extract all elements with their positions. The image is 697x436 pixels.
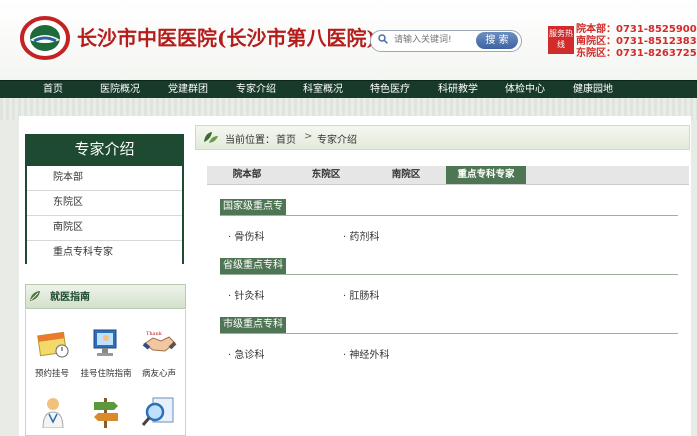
nav-item-checkup[interactable]: 体检中心 [497, 81, 553, 99]
breadcrumb-home[interactable]: 首页 [276, 131, 296, 146]
sidebar-item-key-experts[interactable]: 重点专科专家 [27, 241, 182, 265]
hotline-main: 院本部：0731-85259000 [576, 24, 697, 35]
nav-item-research[interactable]: 科研教学 [430, 81, 486, 99]
dept-link[interactable]: 骨伤科 [234, 232, 264, 243]
list-item[interactable]: · 针灸科 [228, 287, 264, 302]
divider [220, 333, 678, 334]
guide-label-appointment[interactable]: 预约挂号 [24, 367, 80, 379]
calendar-icon[interactable] [35, 326, 71, 360]
sidebar-title: 专家介绍 [74, 140, 135, 158]
dept-link[interactable]: 急诊科 [234, 350, 264, 361]
hotline-south: 南院区：0731-85123831 [576, 36, 697, 47]
list-item[interactable]: · 急诊科 [228, 346, 264, 361]
guide-title: 就医指南 [25, 284, 186, 309]
sidebar-item-east[interactable]: 东院区 [27, 191, 182, 216]
magnifier-icon[interactable] [141, 394, 177, 428]
breadcrumb-prefix: 当前位置： [225, 135, 275, 146]
nav-item-party[interactable]: 党建群团 [160, 81, 216, 99]
site-title[interactable]: 长沙市中医医院(长沙市第八医院) [77, 22, 376, 51]
leaf-icon [30, 291, 40, 301]
dept-link[interactable]: 针灸科 [234, 291, 264, 302]
sidebar-list: 院本部 东院区 南院区 重点专科专家 [27, 166, 182, 265]
list-item[interactable]: · 肛肠科 [343, 287, 379, 302]
search-input[interactable] [394, 32, 476, 48]
tab-key-specialty[interactable]: 重点专科专家 [446, 166, 526, 184]
divider [220, 274, 678, 275]
sidebar-item-south[interactable]: 南院区 [27, 216, 182, 241]
dept-link[interactable]: 神经外科 [349, 350, 389, 361]
nav-item-home[interactable]: 首页 [28, 81, 78, 99]
divider [220, 215, 678, 216]
section-national: 国家级重点专 [220, 199, 286, 215]
hotline-badge: 服务热线 [548, 26, 574, 54]
tab-east-campus[interactable]: 东院区 [286, 166, 366, 184]
breadcrumb-separator: > [304, 131, 313, 142]
nav-item-departments[interactable]: 科室概况 [295, 81, 351, 99]
section-municipal: 市级重点专科 [220, 317, 286, 333]
guide-label-patient-voice[interactable]: 病友心声 [131, 367, 187, 379]
main-nav: 首页 医院概况 党建群团 专家介绍 科室概况 特色医疗 科研教学 体检中心 健康… [0, 80, 697, 99]
monitor-icon[interactable] [88, 326, 124, 360]
handshake-icon[interactable]: Thank [141, 326, 177, 360]
list-item[interactable]: · 神经外科 [343, 346, 389, 361]
list-item[interactable]: · 药剂科 [343, 228, 379, 243]
nav-item-experts[interactable]: 专家介绍 [228, 81, 284, 99]
sidebar-item-main[interactable]: 院本部 [27, 166, 182, 191]
nav-item-overview[interactable]: 医院概况 [92, 81, 148, 99]
leaf-icon [204, 132, 218, 143]
svg-text:Thank: Thank [146, 331, 163, 337]
nav-item-specialty[interactable]: 特色医疗 [362, 81, 418, 99]
guide-label-registration-guide[interactable]: 挂号住院指南 [78, 367, 134, 379]
search-button[interactable]: 搜 索 [476, 32, 518, 49]
section-provincial: 省级重点专科 [220, 258, 286, 274]
tab-south-campus[interactable]: 南院区 [366, 166, 446, 184]
breadcrumb-current: 专家介绍 [317, 135, 357, 146]
nav-item-health[interactable]: 健康园地 [565, 81, 621, 99]
hospital-logo-icon[interactable] [20, 16, 70, 60]
hotline-numbers: 院本部：0731-85259000 南院区：0731-85123831 东院区：… [576, 24, 697, 60]
tab-main-campus[interactable]: 院本部 [207, 166, 287, 184]
dept-link[interactable]: 药剂科 [349, 232, 379, 243]
dept-link[interactable]: 肛肠科 [349, 291, 379, 302]
search-icon [378, 34, 388, 44]
hotline-east: 东院区：0731-82637257 [576, 48, 697, 59]
doctor-icon[interactable] [35, 394, 71, 428]
signpost-icon[interactable] [88, 394, 124, 428]
list-item[interactable]: · 骨伤科 [228, 228, 264, 243]
